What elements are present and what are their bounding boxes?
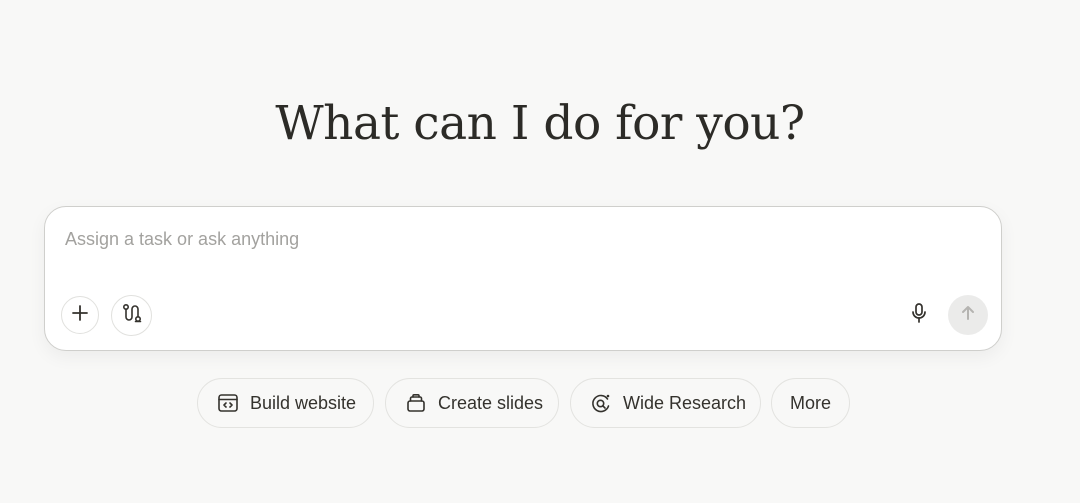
- create-slides-button[interactable]: Create slides: [385, 378, 559, 428]
- arrow-up-icon: [959, 304, 977, 327]
- wide-research-button[interactable]: Wide Research: [570, 378, 761, 428]
- microphone-icon: [909, 302, 929, 329]
- build-website-button[interactable]: Build website: [197, 378, 374, 428]
- page-title: What can I do for you?: [275, 96, 805, 151]
- plus-icon: [70, 303, 90, 328]
- task-input[interactable]: [65, 225, 965, 253]
- browser-code-icon: [216, 391, 240, 415]
- home-page: What can I do for you? Assign a task or …: [0, 0, 1080, 503]
- connectors-button[interactable]: [111, 295, 152, 336]
- research-orbit-icon: [589, 391, 613, 415]
- slides-stack-icon: [404, 391, 428, 415]
- chip-label: Create slides: [438, 392, 544, 413]
- chip-label: More: [789, 392, 831, 413]
- chip-label: Wide Research: [623, 392, 747, 413]
- voice-input-button[interactable]: [903, 299, 935, 331]
- chip-label: Build website: [250, 392, 357, 413]
- quick-actions: Build website Create slides Wide Researc…: [0, 378, 1080, 428]
- add-attachment-button[interactable]: [61, 296, 99, 334]
- more-button[interactable]: More: [771, 378, 850, 428]
- send-button[interactable]: [948, 295, 988, 335]
- task-composer: [44, 206, 1002, 351]
- connectors-icon: [121, 302, 143, 329]
